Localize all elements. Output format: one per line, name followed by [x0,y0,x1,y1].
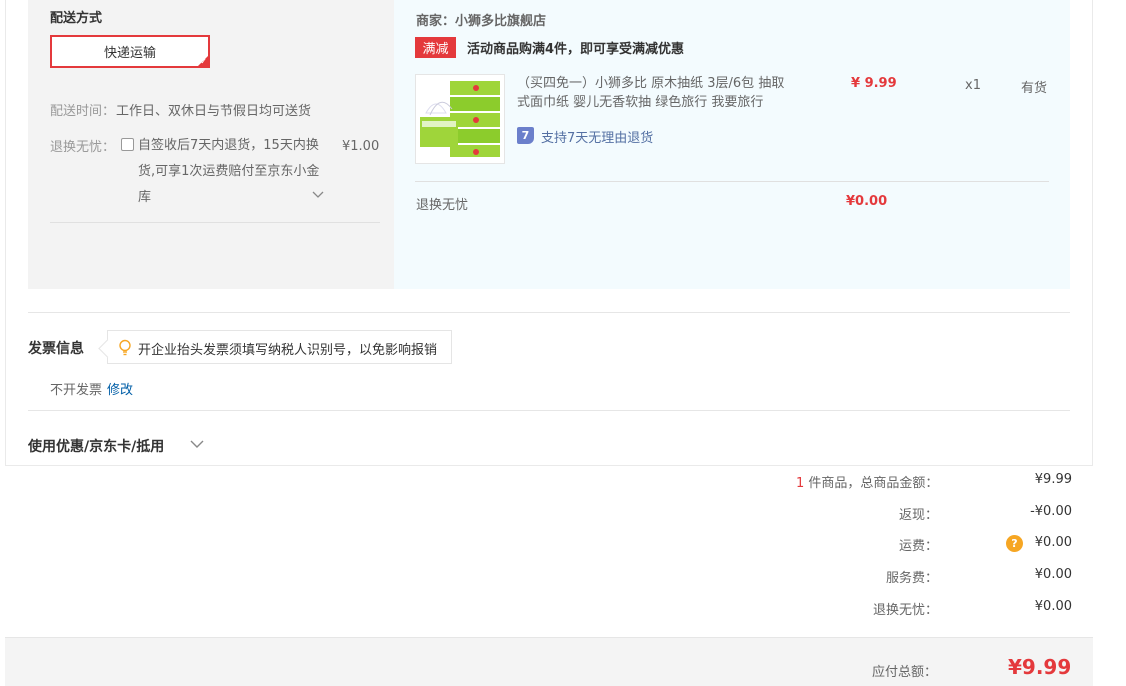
divider [50,222,380,223]
return-service-description: 自签收后7天内退货，15天内换货,可享1次运费赔付至京东小金库 [138,138,320,205]
total-label: 应付总额： [872,665,938,680]
question-icon[interactable]: ? [1006,535,1023,552]
merchant-name: 商家：小狮多比旗舰店 [416,14,547,29]
invoice-title: 发票信息 [28,341,84,357]
invoice-tip-text: 开企业抬头发票须填写纳税人识别号，以免影响报销 [138,343,438,358]
return-fee-label: 退换无忧： [873,603,939,618]
support-7day-icon: 7 [517,127,534,144]
delivery-time-value: 工作日、双休日与节假日均可送货 [116,104,312,119]
checkmark-corner-icon: ✓ [200,57,207,66]
product-image[interactable] [415,74,505,164]
divider [28,312,1070,313]
invoice-value: 不开发票 [50,383,103,398]
invoice-tip: 开企业抬头发票须填写纳税人识别号，以免影响报销 [98,330,452,364]
product-quantity: x1 [965,78,981,93]
chevron-down-icon[interactable] [189,437,205,451]
coupon-section-toggle[interactable]: 使用优惠/京东卡/抵用 [28,436,164,456]
stock-status: 有货 [1021,81,1048,96]
promo-text: 活动商品购满4件，即可享受满减优惠 [467,42,685,57]
lightbulb-icon [119,339,131,356]
return-fee-value: ¥0.00 [1034,599,1072,614]
freight-value: ¥0.00 [1034,535,1072,550]
service-fee-value: ¥0.00 [1034,567,1072,582]
rebate-value: -¥0.00 [1030,504,1072,519]
express-shipping-button[interactable]: 快递运输 ✓ [50,35,210,68]
delivery-time-label: 配送时间： [50,104,116,119]
items-label: 件商品，总商品金额： [804,476,939,491]
return-service-checkbox[interactable] [121,138,134,151]
shipping-method-label: 快递运输 [103,46,156,61]
tissue-pack-image [420,81,500,157]
items-total-label: 1 件商品，总商品金额： [796,472,938,491]
return-service-row-price: ¥0.00 [846,194,888,209]
return-service-row-label: 退换无忧 [416,198,469,213]
freight-label: 运费： [899,539,939,554]
chevron-down-icon[interactable] [311,187,325,201]
invoice-edit-link[interactable]: 修改 [107,379,133,398]
items-total-value: ¥9.99 [1034,472,1072,487]
support-7day-text: 支持7天无理由退货 [541,131,654,146]
product-name-link[interactable]: （买四免一）小狮多比 原木抽纸 3层/6包 抽取式面巾纸 婴儿无香软抽 绿色旅行… [517,74,787,112]
divider [28,410,1070,411]
total-value: ¥9.99 [1008,655,1072,679]
shipping-title: 配送方式 [50,11,103,26]
service-fee-label: 服务费： [886,571,939,586]
rebate-label: 返现： [899,508,939,523]
promo-badge: 满减 [415,37,456,58]
divider [415,181,1049,182]
return-service-price: ¥1.00 [342,139,380,154]
return-service-label: 退换无忧： [50,140,116,155]
product-price: ¥ 9.99 [851,76,897,91]
